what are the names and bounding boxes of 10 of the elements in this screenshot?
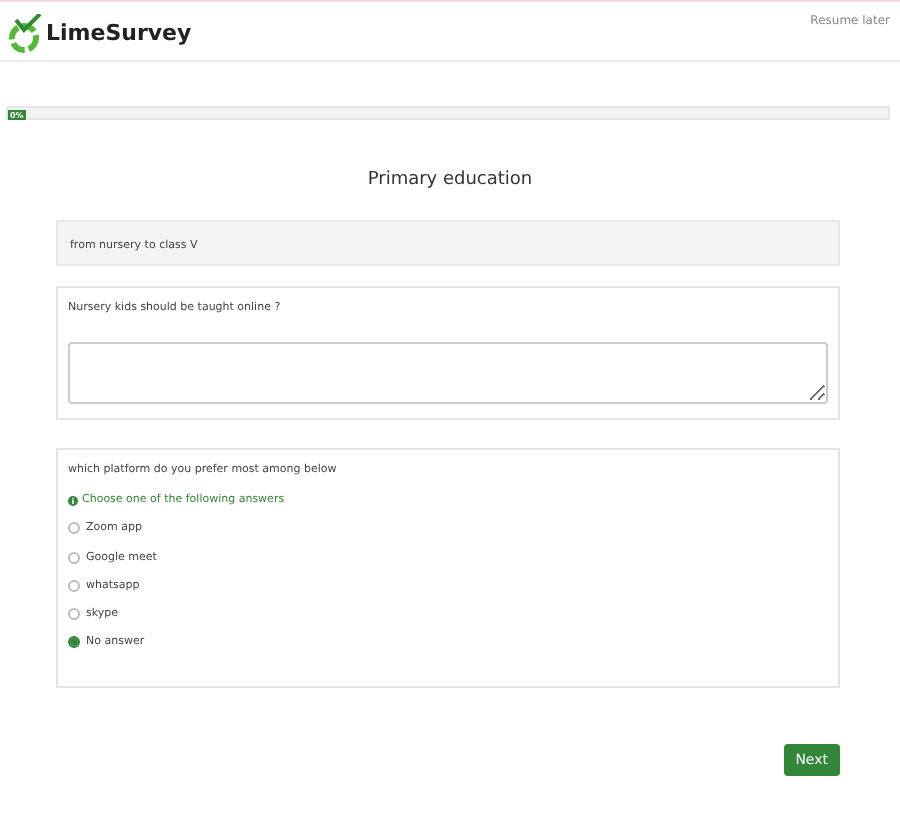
radio-button[interactable] bbox=[68, 522, 80, 535]
group-title: Primary education bbox=[365, 168, 535, 194]
answer-field[interactable] bbox=[68, 341, 828, 404]
radio-button[interactable] bbox=[68, 579, 80, 592]
radio-button[interactable] bbox=[68, 636, 80, 649]
logo-icon bbox=[8, 14, 44, 54]
logo-text: LimeSurvey bbox=[46, 17, 192, 50]
radio-button[interactable] bbox=[68, 551, 80, 564]
radio-button[interactable] bbox=[68, 608, 80, 621]
info-icon bbox=[68, 495, 78, 506]
